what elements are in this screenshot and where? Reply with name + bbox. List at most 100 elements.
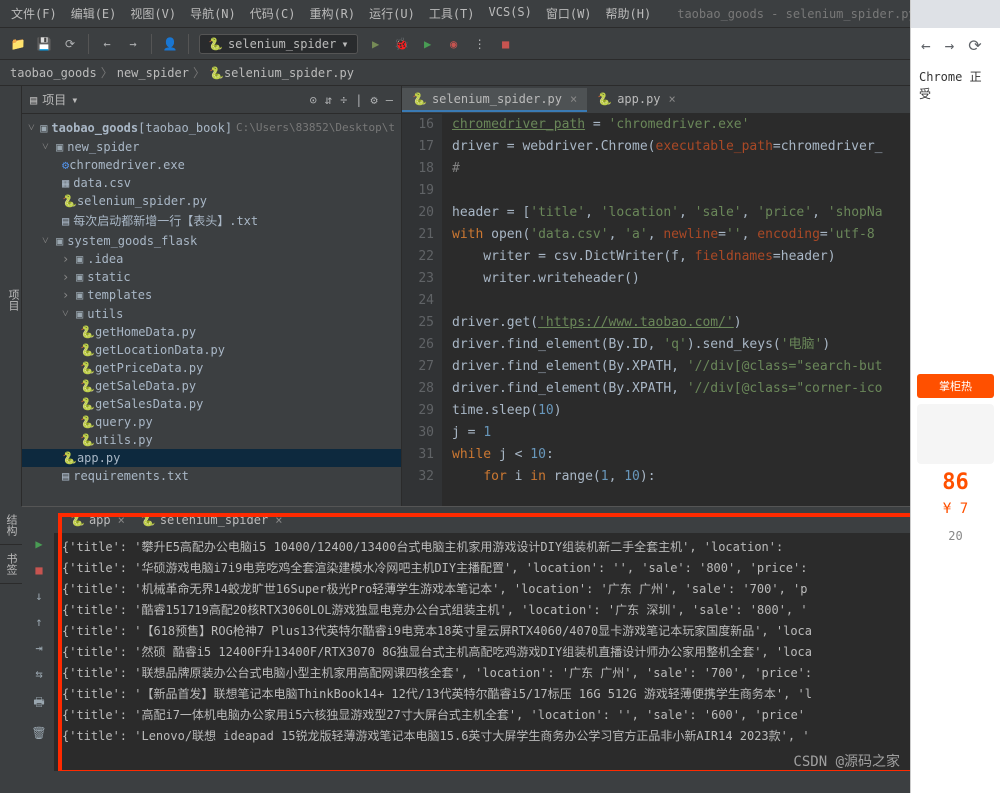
menu-help[interactable]: 帮助(H)	[600, 2, 658, 25]
tree-file[interactable]: 🐍 getSaleData.py	[22, 377, 401, 395]
open-icon[interactable]: 📁	[10, 36, 26, 52]
tree-root[interactable]: ˅▣taobao_goods [taobao_book]C:\Users\838…	[22, 118, 401, 137]
forward-icon[interactable]: →	[125, 36, 141, 52]
back-icon[interactable]: ←	[99, 36, 115, 52]
sync-icon[interactable]: ⟳	[62, 36, 78, 52]
tree-file[interactable]: 🐍 query.py	[22, 413, 401, 431]
user-icon[interactable]: 👤	[162, 36, 178, 52]
menu-edit[interactable]: 编辑(E)	[65, 2, 123, 25]
more-icon[interactable]: ⋮	[472, 36, 488, 52]
price-area: 86	[917, 470, 994, 495]
watermark: CSDN @源码之家	[793, 751, 900, 771]
menu-file[interactable]: 文件(F)	[5, 2, 63, 25]
close-icon[interactable]: ×	[669, 92, 676, 106]
project-tree: ˅▣taobao_goods [taobao_book]C:\Users\838…	[22, 114, 401, 489]
main-area: 项目 ▤ 项目 ▾ ⊙ ⇵ ÷ | ⚙ — ˅▣taobao_goods [ta…	[0, 86, 1000, 506]
editor-tab[interactable]: 🐍selenium_spider.py×	[402, 88, 587, 112]
close-icon[interactable]: ×	[570, 92, 577, 106]
separator	[88, 34, 89, 54]
down-icon[interactable]: ↓	[35, 589, 42, 603]
menu-code[interactable]: 代码(C)	[244, 2, 302, 25]
tree-file[interactable]: ▤requirements.txt	[22, 467, 401, 485]
tree-file[interactable]: 🐍 getHomeData.py	[22, 323, 401, 341]
window-title: taobao_goods - selenium_spider.py	[677, 7, 915, 21]
structure-tab[interactable]: 结构	[0, 506, 22, 545]
project-tab[interactable]: 项目	[5, 94, 21, 506]
tree-file[interactable]: 🐍 getSalesData.py	[22, 395, 401, 413]
print-icon[interactable]: 🖶	[33, 693, 44, 714]
menu-tools[interactable]: 工具(T)	[423, 2, 481, 25]
tree-file[interactable]: 🐍 selenium_spider.py	[22, 192, 401, 210]
panel-header: ▤ 项目 ▾ ⊙ ⇵ ÷ | ⚙ —	[22, 86, 401, 114]
tree-file[interactable]: 🐍 utils.py	[22, 431, 401, 449]
tree-folder[interactable]: ˅▣system_goods_flask	[22, 231, 401, 250]
price-yen: ¥ 7	[943, 501, 968, 517]
toolbar: 📁 💾 ⟳ ← → 👤 🐍 selenium_spider ▾ ▶ 🐞 ▶ ◉ …	[0, 28, 1000, 60]
menu-window[interactable]: 窗口(W)	[540, 2, 598, 25]
tree-folder[interactable]: ˅▣new_spider	[22, 137, 401, 156]
stop-icon[interactable]: ■	[35, 563, 42, 577]
product-image[interactable]	[917, 404, 994, 464]
tree-file[interactable]: ⚙ chromedriver.exe	[22, 156, 401, 174]
delete-icon[interactable]: 🗑	[31, 726, 46, 740]
gear-icon[interactable]: ⚙	[371, 93, 378, 107]
menu-run[interactable]: 运行(U)	[363, 2, 421, 25]
menu-view[interactable]: 视图(V)	[124, 2, 182, 25]
up-icon[interactable]: ↑	[35, 615, 42, 629]
hide-icon[interactable]: —	[386, 93, 393, 107]
run-tabs: 🐍app× 🐍selenium_spider×	[54, 507, 1000, 533]
separator	[188, 34, 189, 54]
export-icon[interactable]: ⇥	[35, 641, 42, 655]
rerun-icon[interactable]: ▶	[35, 537, 42, 551]
left-gutter: 项目	[0, 86, 22, 506]
python-icon: 🐍	[412, 92, 427, 106]
tree-file[interactable]: 🐍 getLocationData.py	[22, 341, 401, 359]
run-tab[interactable]: 🐍selenium_spider×	[133, 510, 291, 530]
stop-icon[interactable]: ■	[498, 36, 514, 52]
run-output[interactable]: {'title': '攀升E5高配办公电脑i5 10400/12400/1340…	[54, 533, 1000, 786]
menu-navigate[interactable]: 导航(N)	[184, 2, 242, 25]
run-main: 🐍app× 🐍selenium_spider× {'title': '攀升E5高…	[54, 507, 1000, 786]
reload-icon[interactable]: ⟳	[968, 36, 981, 55]
collapse-icon[interactable]: ÷	[340, 93, 347, 107]
editor-tab[interactable]: 🐍app.py×	[587, 88, 686, 112]
back-icon[interactable]: ←	[921, 36, 931, 55]
wrap-icon[interactable]: ⇆	[35, 667, 42, 681]
tree-folder[interactable]: ›▣.idea	[22, 250, 401, 268]
bc-file[interactable]: selenium_spider.py	[224, 66, 354, 80]
browser-window: ← → ⟳ Chrome 正受 掌柜热 86 ¥ 7 20	[910, 0, 1000, 793]
tree-folder[interactable]: ›▣templates	[22, 286, 401, 304]
bookmarks-tab[interactable]: 书签	[0, 545, 22, 584]
menu-refactor[interactable]: 重构(R)	[303, 2, 361, 25]
run-config-selector[interactable]: 🐍 selenium_spider ▾	[199, 34, 358, 54]
browser-content	[911, 108, 1000, 368]
python-icon: 🐍	[208, 37, 223, 51]
run-panel: 运行: ▶ ■ ↓ ↑ ⇥ ⇆ 🖶 🗑 🐍app× 🐍selenium_spid…	[0, 506, 1000, 786]
run-tab[interactable]: 🐍app×	[62, 510, 133, 530]
tree-folder[interactable]: ›▣static	[22, 268, 401, 286]
profile-icon[interactable]: ◉	[446, 36, 462, 52]
expand-icon[interactable]: ⇵	[325, 93, 332, 107]
forward-icon[interactable]: →	[945, 36, 955, 55]
left-vertical-tabs: 结构 书签	[0, 506, 22, 584]
tree-file[interactable]: 🐍 app.py	[22, 449, 401, 467]
project-panel: ▤ 项目 ▾ ⊙ ⇵ ÷ | ⚙ — ˅▣taobao_goods [taoba…	[22, 86, 402, 506]
target-icon[interactable]: ⊙	[310, 93, 317, 107]
close-icon[interactable]: ×	[275, 513, 282, 527]
close-icon[interactable]: ×	[118, 513, 125, 527]
tree-file[interactable]: ▤每次启动都新增一行【表头】.txt	[22, 210, 401, 231]
bc-root[interactable]: taobao_goods	[10, 66, 97, 80]
run-icon[interactable]: ▶	[368, 36, 384, 52]
separator	[151, 34, 152, 54]
tree-folder[interactable]: ˅▣utils	[22, 304, 401, 323]
tree-file[interactable]: ▦data.csv	[22, 174, 401, 192]
tree-file[interactable]: 🐍 getPriceData.py	[22, 359, 401, 377]
menu-vcs[interactable]: VCS(S)	[483, 2, 538, 25]
bc-folder[interactable]: new_spider	[117, 66, 189, 80]
chevron-down-icon[interactable]: ▾	[71, 93, 78, 107]
python-icon: 🐍	[597, 92, 612, 106]
run-coverage-icon[interactable]: ▶	[420, 36, 436, 52]
debug-icon[interactable]: 🐞	[394, 36, 410, 52]
python-icon: 🐍	[141, 513, 156, 527]
save-icon[interactable]: 💾	[36, 36, 52, 52]
